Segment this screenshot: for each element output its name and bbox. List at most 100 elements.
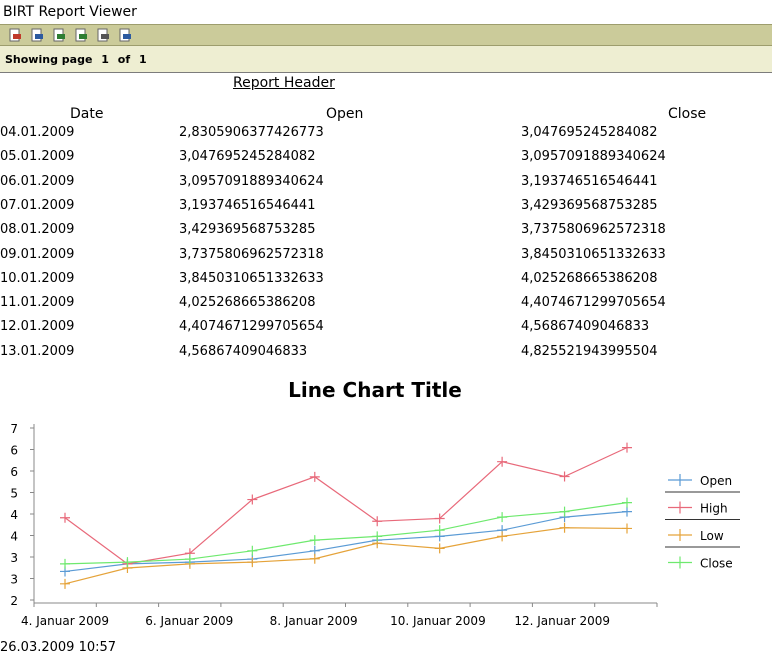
cell-date: 06.01.2009 xyxy=(0,173,75,189)
print-button[interactable] xyxy=(94,27,111,44)
table-row: 04.01.2009 2,8305906377426773 3,0476952452… xyxy=(0,125,772,149)
data-point-high xyxy=(309,471,320,482)
x-tick-label: 12. Januar 2009 xyxy=(514,614,610,628)
x-tick-label: 6. Januar 2009 xyxy=(145,614,233,628)
cell-close: 3,0957091889340624 xyxy=(521,149,666,165)
data-point-open xyxy=(622,506,632,517)
data-point-close xyxy=(497,512,508,523)
data-point-low xyxy=(622,523,632,534)
column-header-date: Date xyxy=(70,106,104,122)
report-timestamp: 26.03.2009 10:57 xyxy=(0,640,117,655)
cell-open: 3,193746516546441 xyxy=(179,197,316,213)
export-data-button[interactable] xyxy=(50,27,67,44)
cell-date: 09.01.2009 xyxy=(0,246,75,262)
y-tick-label: 3 xyxy=(10,551,18,565)
data-point-close xyxy=(434,525,445,536)
data-point-low xyxy=(309,553,320,564)
data-point-high xyxy=(60,512,70,523)
y-tick-label: 4 xyxy=(10,530,18,544)
series-line-close xyxy=(64,502,628,565)
table-row: 11.01.2009 4,025268665386208 4,40746712997… xyxy=(0,295,772,319)
cell-close: 4,825521943995504 xyxy=(521,343,658,359)
y-tick-label: 3 xyxy=(10,573,18,587)
report-header: Report Header xyxy=(233,75,335,91)
table-row: 10.01.2009 3,8450310651332633 4,0252686653… xyxy=(0,271,772,295)
table-row: 06.01.2009 3,0957091889340624 3,1937465165… xyxy=(0,174,772,198)
cell-close: 3,193746516546441 xyxy=(521,173,658,189)
cell-date: 08.01.2009 xyxy=(0,222,75,238)
cell-close: 3,7375806962572318 xyxy=(521,222,666,238)
cell-date: 07.01.2009 xyxy=(0,197,75,213)
toolbar xyxy=(0,24,772,46)
data-point-low xyxy=(60,578,70,589)
table-row: 12.01.2009 4,4074671299705654 4,5686740904… xyxy=(0,319,772,343)
paging-showing-label: Showing page xyxy=(5,53,93,66)
cell-date: 13.01.2009 xyxy=(0,343,75,359)
data-point-close xyxy=(309,535,320,546)
data-point-close xyxy=(60,558,70,569)
cell-open: 4,56867409046833 xyxy=(179,343,308,359)
column-header-open: Open xyxy=(326,106,364,122)
data-point-high xyxy=(622,442,632,453)
cell-date: 10.01.2009 xyxy=(0,270,75,286)
series-line-low xyxy=(64,527,628,585)
cell-open: 3,8450310651332633 xyxy=(179,270,324,286)
cell-close: 3,429369568753285 xyxy=(521,197,658,213)
chart-title: Line Chart Title xyxy=(288,378,462,402)
toc-button[interactable] xyxy=(6,27,23,44)
y-tick-label: 7 xyxy=(10,422,18,436)
paging-of-label: of xyxy=(117,53,131,66)
export-report-icon xyxy=(75,28,87,42)
table-row: 08.01.2009 3,429369568753285 3,73758069625… xyxy=(0,222,772,246)
cell-open: 4,4074671299705654 xyxy=(179,319,324,335)
legend-label-close: Close xyxy=(700,557,733,571)
cell-close: 4,4074671299705654 xyxy=(521,295,666,311)
cell-open: 3,047695245284082 xyxy=(179,149,316,165)
cell-close: 3,047695245284082 xyxy=(521,125,658,140)
legend-marker-close xyxy=(668,556,692,569)
y-tick-label: 2 xyxy=(10,594,18,608)
paging-current-page: 1 xyxy=(101,53,109,66)
parameters-button[interactable] xyxy=(28,27,45,44)
data-point-close xyxy=(122,557,133,568)
data-point-low xyxy=(497,531,508,542)
cell-open: 4,025268665386208 xyxy=(179,295,316,311)
series-line-high xyxy=(64,447,628,565)
y-tick-label: 5 xyxy=(10,487,18,501)
series-line-open xyxy=(64,510,628,573)
window-title: BIRT Report Viewer xyxy=(3,4,137,20)
cell-close: 4,025268665386208 xyxy=(521,270,658,286)
paging-info: Showing page 1 of 1 xyxy=(0,46,772,73)
legend-marker-open xyxy=(668,474,692,486)
legend-label-low: Low xyxy=(700,529,724,543)
legend-label-open: Open xyxy=(700,474,732,488)
legend-marker-low xyxy=(668,529,692,541)
cell-open: 3,429369568753285 xyxy=(179,222,316,238)
print-server-icon xyxy=(119,28,131,42)
x-tick-label: 10. Januar 2009 xyxy=(390,614,486,628)
cell-date: 11.01.2009 xyxy=(0,295,75,311)
y-tick-label: 6 xyxy=(10,444,18,458)
cell-close: 3,8450310651332633 xyxy=(521,246,666,262)
cell-open: 3,7375806962572318 xyxy=(179,246,324,262)
cell-date: 05.01.2009 xyxy=(0,149,75,165)
data-point-high xyxy=(372,516,383,527)
data-point-close xyxy=(247,545,258,556)
y-tick-label: 6 xyxy=(10,465,18,479)
cell-date: 12.01.2009 xyxy=(0,319,75,335)
print-icon xyxy=(97,28,109,42)
data-point-high xyxy=(559,471,570,482)
export-report-button[interactable] xyxy=(72,27,89,44)
legend-label-high: High xyxy=(700,502,728,516)
cell-open: 3,0957091889340624 xyxy=(179,173,324,189)
print-server-button[interactable] xyxy=(116,27,133,44)
data-point-close xyxy=(559,506,570,517)
parameters-icon xyxy=(31,28,43,42)
cell-close: 4,56867409046833 xyxy=(521,319,650,335)
table-row: 13.01.2009 4,56867409046833 4,825521943995… xyxy=(0,344,772,368)
export-data-icon xyxy=(53,28,65,42)
toc-icon xyxy=(9,28,21,42)
legend-marker-high xyxy=(668,501,692,514)
cell-open: 2,8305906377426773 xyxy=(179,125,324,140)
table-row: 09.01.2009 3,7375806962572318 3,8450310651… xyxy=(0,247,772,271)
